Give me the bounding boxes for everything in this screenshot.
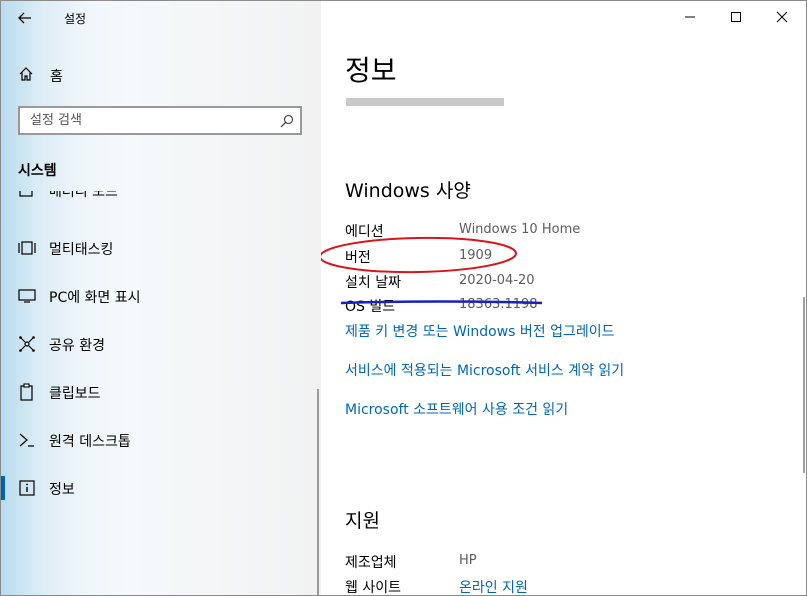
minimize-icon: [685, 16, 695, 18]
spec-value-install-date: 2020-04-20: [459, 273, 535, 288]
link-service-agreement[interactable]: 서비스에 적용되는 Microsoft 서비스 계약 읽기: [345, 360, 624, 380]
sidebar-item-multitasking[interactable]: 멀티태스킹: [1, 228, 321, 268]
support-heading: 지원: [345, 510, 380, 532]
sidebar-item-label: 클립보드: [49, 386, 101, 402]
sidebar-item-about[interactable]: 정보: [1, 468, 321, 508]
maximize-icon: [731, 12, 741, 22]
sidebar-item-shared[interactable]: 공유 환경: [1, 324, 321, 364]
settings-window: 설정 홈 시스템 배터리 모드: [0, 0, 807, 596]
project-icon: [18, 289, 36, 303]
nav-home[interactable]: 홈: [1, 57, 321, 93]
selection-indicator: [1, 476, 5, 500]
sidebar-item-clipboard[interactable]: 클립보드: [1, 372, 321, 412]
clipboard-icon: [20, 383, 33, 401]
search-icon: [280, 114, 294, 128]
spec-value-os-build: 18363.1198: [459, 297, 538, 312]
sidebar-item-battery[interactable]: 배터리 모드: [1, 191, 321, 224]
close-icon: [776, 11, 788, 23]
multitasking-icon: [18, 241, 36, 255]
page-title: 정보: [345, 54, 397, 87]
back-button[interactable]: [11, 7, 39, 29]
sidebar-item-label: PC에 화면 표시: [49, 290, 141, 306]
home-icon: [19, 67, 33, 81]
sidebar-item-label: 멀티태스킹: [49, 242, 114, 258]
redacted-bar: [346, 98, 504, 106]
remote-desktop-icon: [19, 433, 34, 447]
nav-home-label: 홈: [50, 69, 63, 85]
sidebar-item-label: 배터리 모드: [49, 191, 118, 200]
link-change-product-key[interactable]: 제품 키 변경 또는 Windows 버전 업그레이드: [345, 321, 615, 341]
sidebar-item-remote-desktop[interactable]: 원격 데스크톱: [1, 420, 321, 460]
main-scrollbar[interactable]: [803, 297, 805, 473]
sidebar-item-label: 원격 데스크톱: [49, 434, 131, 450]
spec-value-edition: Windows 10 Home: [459, 222, 581, 237]
link-online-support[interactable]: 온라인 지원: [459, 577, 528, 595]
support-label-manufacturer: 제조업체: [345, 555, 397, 571]
battery-icon: [19, 191, 33, 197]
spec-label-install-date: 설치 날짜: [345, 275, 401, 291]
close-button[interactable]: [759, 1, 805, 33]
spec-label-version: 버전: [345, 250, 371, 266]
maximize-button[interactable]: [713, 1, 759, 33]
section-label-system: 시스템: [18, 163, 57, 179]
sidebar-nav-list: 배터리 모드 멀티태스킹 PC에 화면 표시 공유 환경 클립보드 원격 데스크…: [1, 191, 321, 595]
spec-label-os-build: OS 빌드: [345, 299, 396, 315]
main-content: 정보 Windows 사양 에디션 Windows 10 Home 버전 190…: [321, 1, 806, 596]
back-arrow-icon: [18, 12, 31, 24]
search-box[interactable]: [18, 106, 302, 135]
sidebar-item-project[interactable]: PC에 화면 표시: [1, 276, 321, 316]
sidebar: 설정 홈 시스템 배터리 모드: [1, 1, 321, 595]
sidebar-item-label: 정보: [49, 482, 75, 498]
support-value-manufacturer: HP: [459, 553, 477, 568]
spec-label-edition: 에디션: [345, 224, 384, 240]
sidebar-item-label: 공유 환경: [49, 338, 105, 354]
search-input[interactable]: [20, 108, 270, 133]
sidebar-scrollbar[interactable]: [317, 389, 319, 595]
title-bar-left: 설정: [1, 1, 321, 35]
minimize-button[interactable]: [667, 1, 713, 33]
support-label-website: 웹 사이트: [345, 580, 401, 596]
spec-value-version: 1909: [459, 248, 493, 263]
shared-experiences-icon: [19, 336, 35, 352]
link-license-terms[interactable]: Microsoft 소프트웨어 사용 조건 읽기: [345, 399, 568, 419]
info-icon: [19, 480, 35, 496]
app-title: 설정: [64, 12, 87, 26]
windows-specs-heading: Windows 사양: [345, 180, 471, 202]
